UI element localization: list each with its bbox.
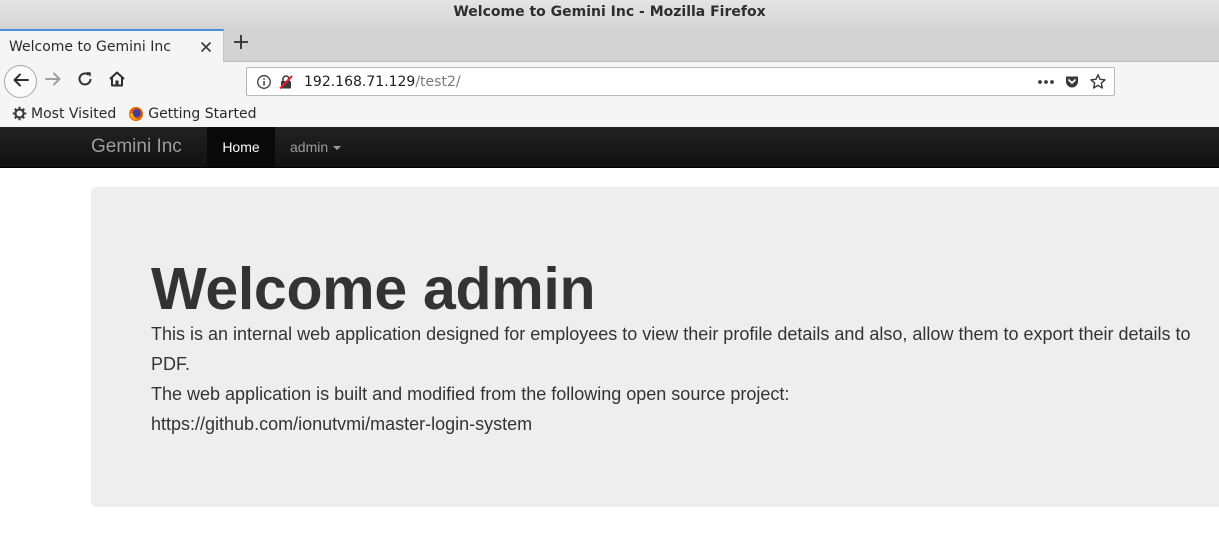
source-text: The web application is built and modifie… <box>151 384 790 404</box>
nav-admin-label: admin <box>290 139 329 155</box>
close-icon[interactable] <box>194 35 218 59</box>
info-icon[interactable] <box>253 71 275 93</box>
source-url: https://github.com/ionutvmi/master-login… <box>151 414 533 434</box>
home-button[interactable] <box>105 69 129 93</box>
home-icon <box>108 70 126 92</box>
nav-admin-dropdown[interactable]: admin <box>290 127 342 167</box>
bookmark-label: Most Visited <box>31 105 117 122</box>
reload-button[interactable] <box>73 69 97 93</box>
arrow-right-icon <box>44 70 62 92</box>
gear-icon <box>11 106 27 122</box>
reload-icon <box>76 70 94 92</box>
bookmark-star-icon[interactable] <box>1085 69 1111 95</box>
back-button[interactable] <box>4 65 37 98</box>
window-title: Welcome to Gemini Inc - Mozilla Firefox <box>0 0 1219 26</box>
page-actions-icon[interactable] <box>1033 69 1059 95</box>
pocket-icon[interactable] <box>1059 69 1085 95</box>
bookmark-getting-started[interactable]: Getting Started <box>128 106 256 122</box>
intro-text: This is an internal web application desi… <box>151 324 1191 374</box>
tab-title: Welcome to Gemini Inc <box>9 38 171 55</box>
jumbotron-body: This is an internal web application desi… <box>151 319 1203 439</box>
arrow-left-icon <box>12 71 30 93</box>
url-path: /test2/ <box>415 73 461 90</box>
browser-toolbar: 192.168.71.129/test2/ <box>0 62 1219 100</box>
insecure-lock-icon[interactable] <box>275 71 297 93</box>
url-host: 192.168.71.129 <box>304 73 416 90</box>
url-text[interactable]: 192.168.71.129/test2/ <box>304 74 1033 90</box>
bookmarks-toolbar: Most Visited Getting Started <box>0 100 1219 127</box>
caret-down-icon <box>333 145 342 150</box>
firefox-icon <box>128 106 144 122</box>
tab-welcome[interactable]: Welcome to Gemini Inc <box>0 29 224 62</box>
nav-home-link[interactable]: Home <box>207 127 275 167</box>
forward-button[interactable] <box>41 69 65 93</box>
bookmark-label: Getting Started <box>148 105 257 122</box>
page-title: Welcome admin <box>151 256 596 322</box>
url-bar[interactable]: 192.168.71.129/test2/ <box>246 67 1115 96</box>
site-navbar: Gemini Inc Home admin <box>0 127 1219 168</box>
new-tab-button[interactable] <box>229 32 253 56</box>
jumbotron: Welcome admin This is an internal web ap… <box>91 187 1219 507</box>
site-brand[interactable]: Gemini Inc <box>91 127 182 167</box>
bookmark-most-visited[interactable]: Most Visited <box>11 106 116 122</box>
plus-icon <box>233 34 249 54</box>
tab-strip: Welcome to Gemini Inc <box>0 26 1219 62</box>
